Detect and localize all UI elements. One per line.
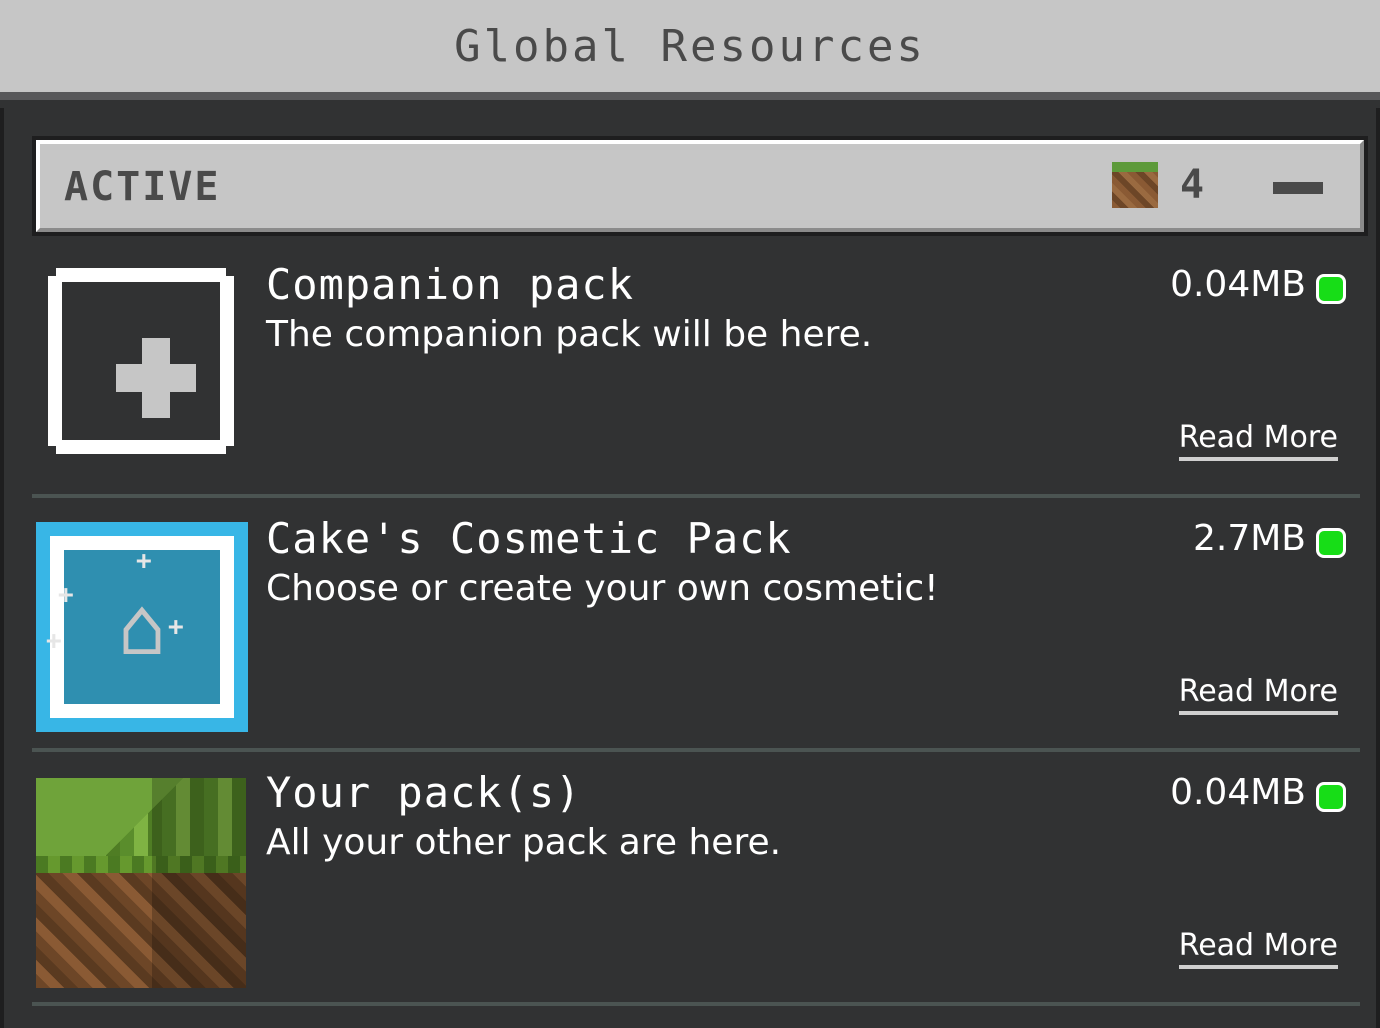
pack-name: Companion pack <box>266 260 635 309</box>
pack-name: Your pack(s) <box>266 768 582 817</box>
active-section-header[interactable]: ACTIVE 4 <box>32 136 1368 236</box>
read-more-link[interactable]: Read More <box>1178 928 1338 969</box>
pack-size: 2.7MB <box>1192 518 1306 559</box>
pack-size: 0.04MB <box>1170 772 1306 813</box>
section-title: ACTIVE <box>64 164 221 210</box>
pack-description: All your other pack are here. <box>266 822 782 863</box>
grass-block-icon <box>1112 162 1158 208</box>
active-status-dot <box>1316 274 1346 304</box>
active-status-dot <box>1316 528 1346 558</box>
read-more-link[interactable]: Read More <box>1178 674 1338 715</box>
title-bar: Global Resources <box>0 0 1380 100</box>
active-status-dot <box>1316 782 1346 812</box>
pack-item-your-packs[interactable]: Your pack(s) All your other pack are her… <box>32 752 1360 1006</box>
read-more-link[interactable]: Read More <box>1178 420 1338 461</box>
pack-description: The companion pack will be here. <box>266 314 873 355</box>
pack-item-companion[interactable]: Companion pack The companion pack will b… <box>32 244 1360 498</box>
plus-icon <box>48 268 234 454</box>
minus-icon <box>1273 182 1323 194</box>
pack-item-cosmetic[interactable]: + + + + ⌂ Cake's Cosmetic Pack Choose or… <box>32 498 1360 752</box>
pack-count: 4 <box>1180 162 1205 208</box>
collapse-button[interactable] <box>1268 168 1328 208</box>
divider <box>32 1002 1360 1006</box>
resource-pack-panel: ACTIVE 4 Companion pack The companion pa… <box>0 108 1380 1028</box>
grass-block-icon <box>36 778 246 988</box>
pack-size: 0.04MB <box>1170 264 1306 305</box>
pack-name: Cake's Cosmetic Pack <box>266 514 792 563</box>
page-title: Global Resources <box>454 20 926 72</box>
hanger-icon: + + + + ⌂ <box>36 522 248 732</box>
pack-description: Choose or create your own cosmetic! <box>266 568 939 609</box>
